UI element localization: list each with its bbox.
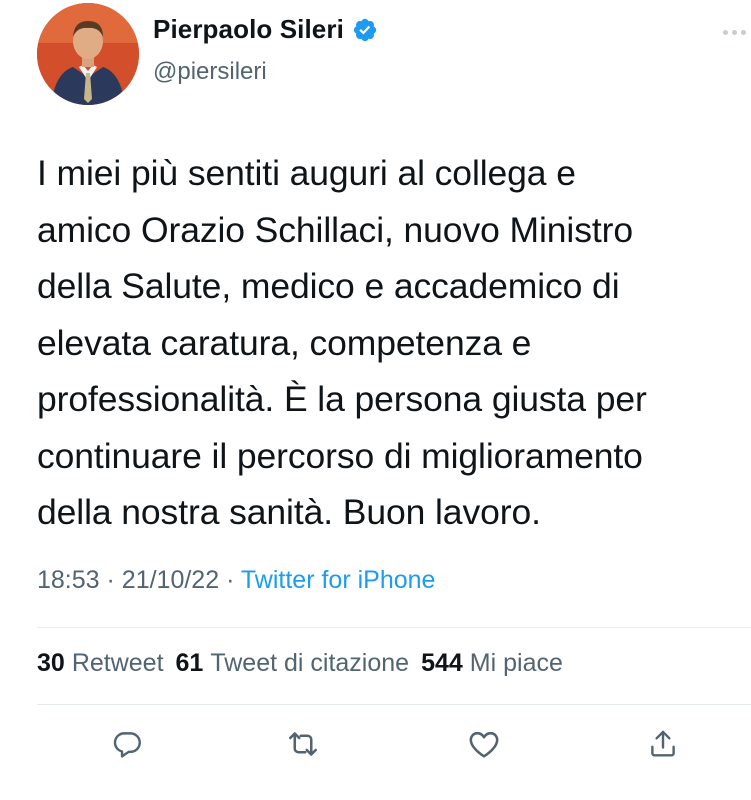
meta-separator: · (226, 566, 235, 594)
tweet-text-line: della nostra sanità. Buon lavoro. (37, 492, 541, 532)
quotes-label: Tweet di citazione (210, 649, 410, 677)
divider (37, 704, 751, 705)
tweet-time[interactable]: 18:53 (37, 566, 100, 594)
tweet-text-line: continuare il percorso di miglioramento (37, 435, 643, 476)
tweet-text-line: professionalità. È la persona giusta per (37, 379, 647, 419)
retweets-stat[interactable]: 30 Retweet (37, 649, 164, 678)
like-button[interactable] (462, 722, 506, 766)
tweet-stats: 30 Retweet 61 Tweet di citazione 544 Mi … (37, 649, 563, 678)
tweet-text-line: elevata caratura, competenza e (37, 322, 532, 363)
author-display-name[interactable]: Pierpaolo Sileri (153, 14, 344, 45)
avatar-photo (37, 3, 139, 105)
reply-button[interactable] (105, 722, 149, 766)
author-name-row[interactable]: Pierpaolo Sileri (153, 14, 378, 45)
likes-label: Mi piace (469, 649, 563, 677)
retweet-button[interactable] (281, 722, 325, 766)
tweet-text: I miei più sentiti auguri al collega e a… (37, 145, 742, 541)
tweet-text-line: della Salute, medico e accademico di (37, 266, 620, 306)
retweets-label: Retweet (71, 649, 164, 677)
quotes-stat[interactable]: 61 Tweet di citazione (176, 649, 410, 678)
tweet-text-line: amico Orazio Schillaci, nuovo Ministro (37, 209, 633, 250)
divider (37, 627, 751, 628)
share-button[interactable] (641, 722, 685, 766)
tweet-action-bar (105, 722, 685, 770)
verified-badge-icon (352, 17, 378, 43)
likes-stat[interactable]: 544 Mi piace (421, 649, 563, 678)
tweet-source-link[interactable]: Twitter for iPhone (241, 566, 436, 594)
share-icon (651, 730, 675, 757)
retweet-icon (288, 732, 318, 756)
quotes-count: 61 (175, 649, 204, 677)
more-options-icon[interactable] (717, 17, 751, 47)
tweet-text-line: I miei più sentiti auguri al collega e (37, 153, 576, 193)
heart-icon (469, 731, 499, 758)
tweet-date[interactable]: 21/10/22 (122, 566, 219, 594)
tweet-metadata: 18:53 · 21/10/22 · Twitter for iPhone (37, 566, 435, 595)
author-handle[interactable]: @piersileri (153, 58, 267, 86)
retweets-count: 30 (37, 649, 65, 677)
meta-separator: · (106, 566, 115, 594)
avatar[interactable] (37, 3, 139, 105)
likes-count: 544 (421, 649, 463, 677)
reply-icon (113, 732, 141, 758)
